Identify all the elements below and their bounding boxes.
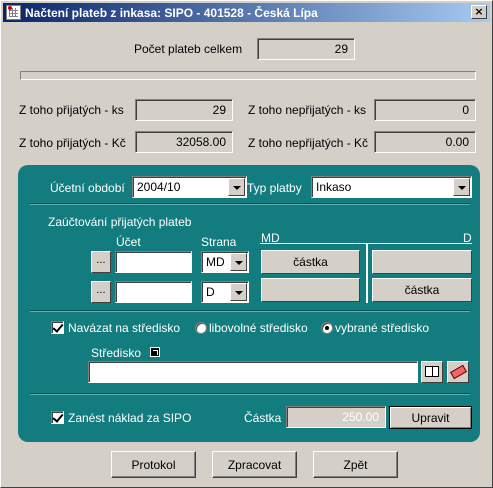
center-label: Středisko: [91, 346, 142, 360]
close-button[interactable]: ×: [471, 5, 487, 19]
posting-section-label: Zaúčtování přijatých plateb: [48, 215, 192, 229]
account-browse-button-1[interactable]: ...: [91, 251, 111, 273]
divider: [30, 393, 470, 395]
accepted-amount-label: Z toho přijatých - Kč: [19, 136, 126, 150]
cost-checkbox[interactable]: [51, 411, 64, 424]
clear-center-button[interactable]: [447, 361, 469, 383]
cost-amount-field: 250.00: [286, 406, 386, 428]
process-button[interactable]: Zpracovat: [212, 451, 297, 478]
cost-checkbox-label: Zanést náklad za SIPO: [68, 411, 192, 425]
d-amount-2: částka: [372, 278, 472, 302]
any-center-label: libovolné středisko: [209, 321, 308, 335]
account-field-2[interactable]: 311: [115, 281, 192, 303]
rejected-count-field: 0: [374, 99, 476, 121]
title-bar[interactable]: Načtení plateb z inkasa: SIPO - 401528 -…: [3, 3, 490, 22]
progress-bar: [20, 71, 476, 80]
rejected-count-label: Z toho nepřijatých - ks: [248, 103, 367, 117]
center-field: Sdružení - čp. 12: [88, 361, 418, 383]
browse-center-button[interactable]: [421, 361, 443, 383]
account-field-1[interactable]: 31509: [115, 251, 192, 273]
side-header: Strana: [201, 235, 237, 249]
settings-panel: Účetní období 2004/10 Typ platby Inkaso …: [18, 165, 480, 442]
total-label: Počet plateb celkem: [134, 42, 243, 56]
ledger-divider: [366, 243, 368, 303]
rejected-amount-label: Z toho nepřijatých - Kč: [248, 136, 369, 150]
book-icon: [425, 366, 439, 377]
md-amount-1: částka: [261, 250, 360, 274]
period-label: Účetní období: [50, 181, 125, 195]
side-select-1[interactable]: MD: [201, 251, 249, 273]
cost-amount-label: Částka: [244, 411, 282, 425]
rejected-amount-field: 0.00: [374, 131, 476, 153]
eraser-icon: [450, 364, 467, 380]
d-amount-1: [372, 250, 472, 274]
payment-type-value: Inkaso: [316, 180, 352, 194]
payment-type-label: Typ platby: [247, 181, 302, 195]
chevron-down-icon[interactable]: [230, 283, 247, 301]
account-browse-button-2[interactable]: ...: [91, 281, 111, 303]
dialog-window: Načtení plateb z inkasa: SIPO - 401528 -…: [0, 0, 493, 488]
open-link-icon[interactable]: [150, 347, 160, 357]
divider: [30, 203, 470, 205]
protocol-button[interactable]: Protokol: [111, 451, 196, 478]
side-value-2: D: [206, 285, 215, 299]
accepted-amount-field: 32058.00: [135, 131, 233, 153]
app-icon: [6, 5, 21, 20]
chevron-down-icon[interactable]: [228, 178, 245, 196]
md-amount-2: [261, 278, 360, 302]
accepted-count-label: Z toho přijatých - ks: [19, 103, 124, 117]
side-select-2[interactable]: D: [201, 281, 249, 303]
link-center-label: Navázat na středisko: [68, 321, 181, 335]
divider: [30, 310, 470, 312]
account-header: Účet: [116, 235, 141, 249]
period-select[interactable]: 2004/10: [132, 176, 247, 198]
selected-center-radio[interactable]: [321, 322, 333, 334]
accepted-count-field: 29: [135, 99, 233, 121]
chevron-down-icon[interactable]: [230, 253, 247, 271]
payment-type-select[interactable]: Inkaso: [311, 176, 472, 198]
window-title: Načtení plateb z inkasa: SIPO - 401528 -…: [25, 6, 318, 20]
total-field: 29: [257, 38, 355, 60]
period-value: 2004/10: [137, 180, 181, 194]
edit-button[interactable]: Upravit: [389, 406, 472, 429]
back-button[interactable]: Zpět: [313, 451, 398, 478]
link-center-checkbox[interactable]: [51, 321, 64, 334]
any-center-radio[interactable]: [195, 322, 207, 334]
selected-center-label: vybrané středisko: [335, 321, 430, 335]
chevron-down-icon[interactable]: [453, 178, 470, 196]
side-value-1: MD: [206, 255, 225, 269]
